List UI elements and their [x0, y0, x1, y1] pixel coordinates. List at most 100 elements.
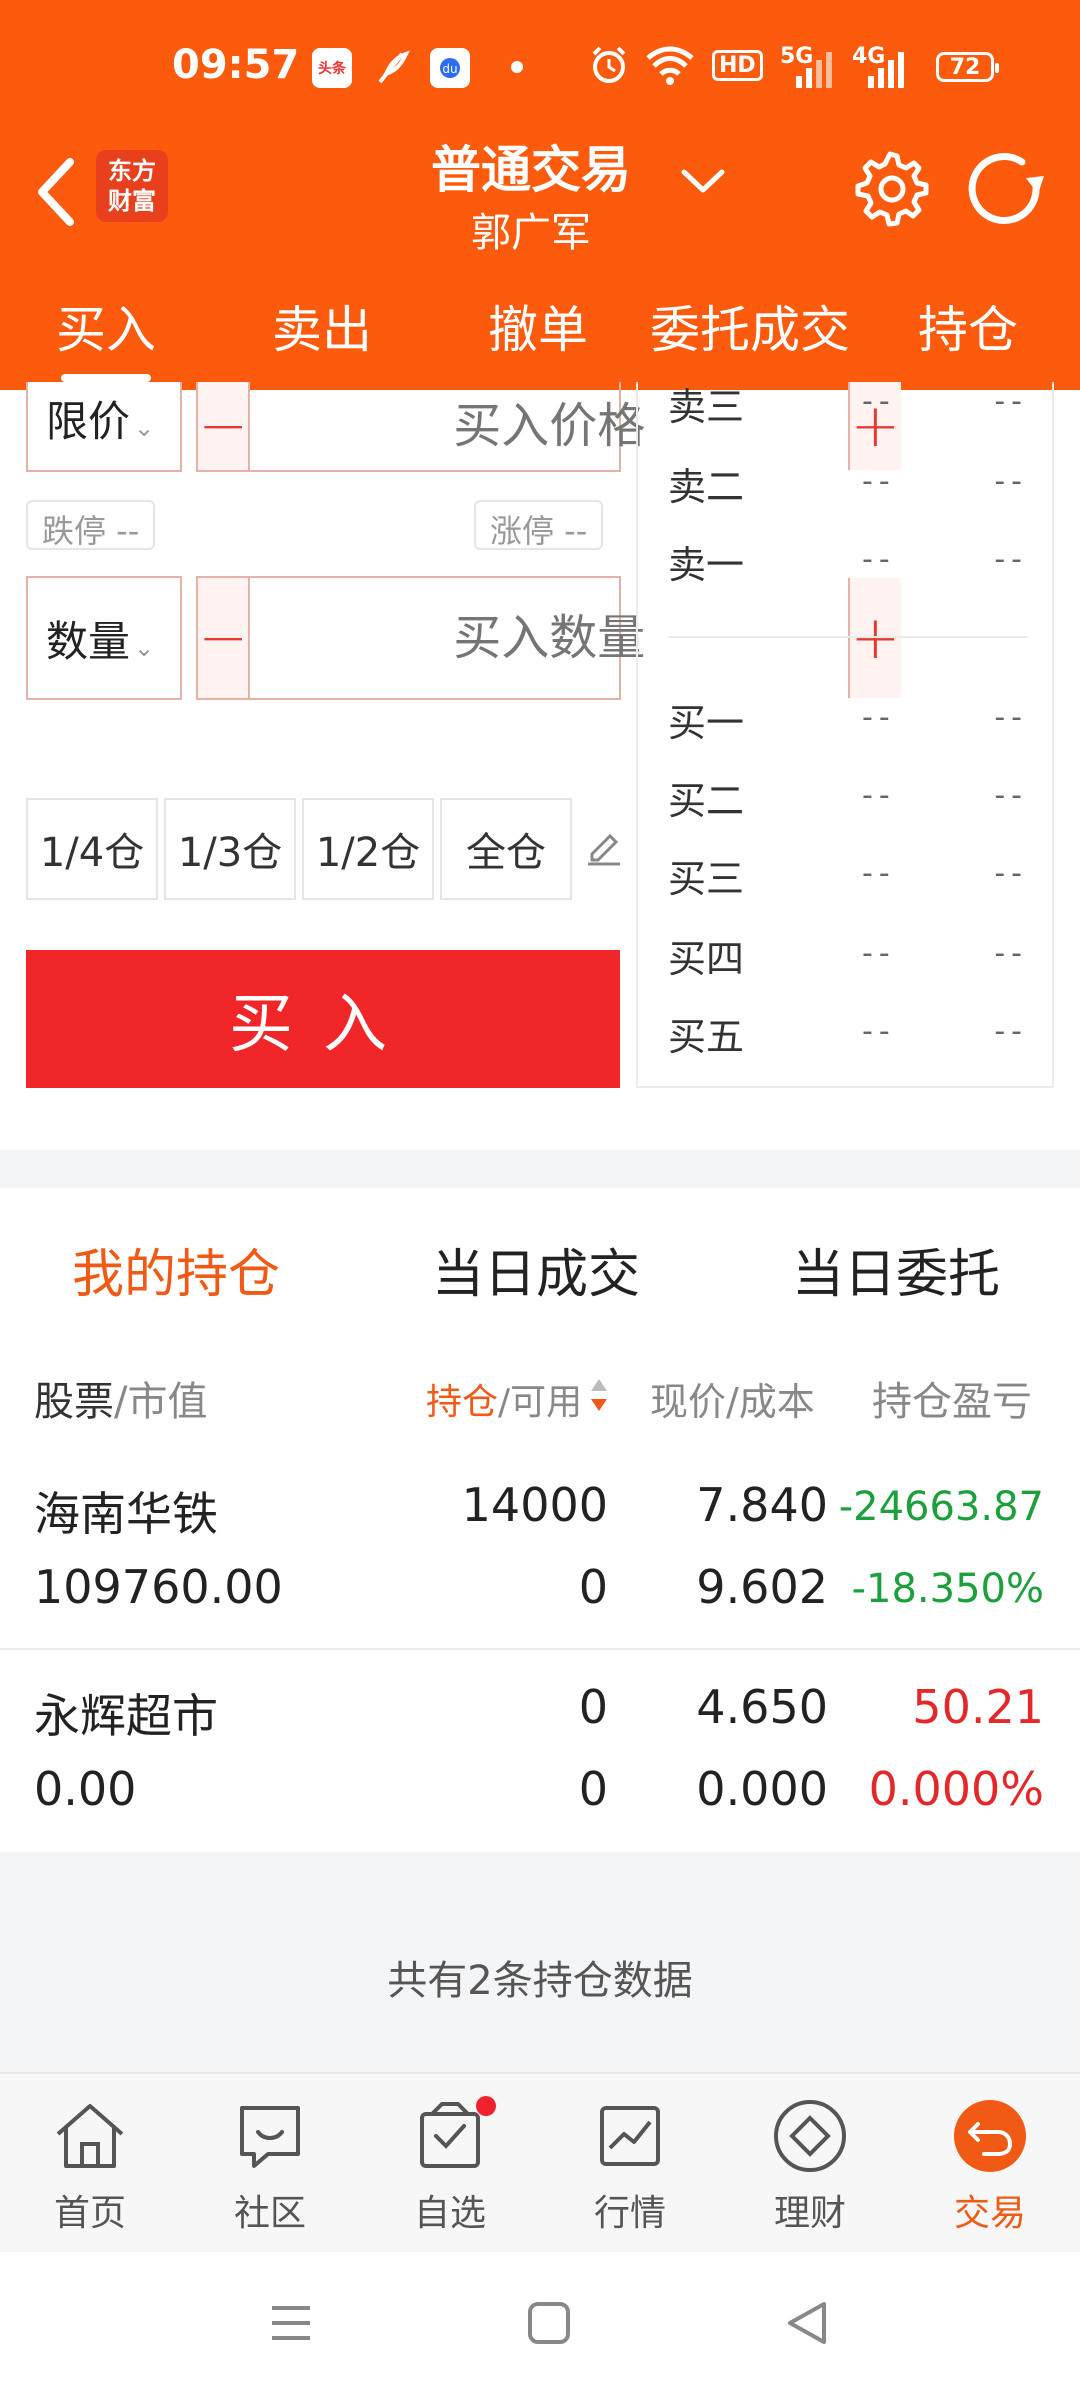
- nav-bar: 东方 财富 普通交易 郭广军: [0, 130, 1080, 290]
- col-market-value-label: /市值: [114, 1379, 208, 1425]
- signal-5g-icon: [796, 52, 832, 88]
- notification-dot: [476, 2096, 496, 2116]
- tab-today-orders[interactable]: 当日委托: [792, 1232, 1000, 1307]
- price-type-select[interactable]: 限价 ⌄: [26, 382, 182, 472]
- home-square-icon[interactable]: [526, 2300, 572, 2346]
- holdings-count-text: 共有2条持仓数据: [387, 1958, 693, 2004]
- quote-price: --: [862, 1014, 896, 1049]
- svg-text:du: du: [442, 62, 457, 76]
- position-half-button[interactable]: 1/2仓: [302, 798, 434, 900]
- back-triangle-icon[interactable]: [784, 2300, 830, 2346]
- table-row[interactable]: 海南华铁 109760.00 14000 0 7.840 9.602 -2466…: [0, 1448, 1080, 1648]
- tab-sell[interactable]: 卖出: [272, 290, 372, 380]
- chart-icon: [600, 2106, 660, 2166]
- quote-row-buy4: 买四 -- --: [668, 928, 1028, 981]
- quote-label: 买三: [668, 857, 745, 901]
- feather-app-icon: [378, 50, 410, 84]
- stock-name: 海南华铁: [34, 1487, 218, 1541]
- tab-orders[interactable]: 委托成交: [650, 290, 850, 380]
- tab-my-positions[interactable]: 我的持仓: [72, 1232, 280, 1307]
- nav-finance[interactable]: 理财: [740, 2094, 880, 2244]
- qty-minus-button[interactable]: −: [198, 578, 251, 698]
- nav-label: 交易: [953, 2193, 1026, 2234]
- col-position-label: 持仓: [426, 1382, 499, 1423]
- sort-icon[interactable]: [588, 1375, 610, 1415]
- qty-stepper: − +: [196, 576, 901, 700]
- col-available-label: /可用: [498, 1382, 583, 1423]
- quote-price: --: [862, 542, 896, 577]
- price-type-label: 限价: [46, 397, 131, 446]
- price-minus-button[interactable]: −: [198, 382, 251, 470]
- quote-row-buy2: 买二 -- --: [668, 770, 1028, 823]
- bottom-nav: 首页 社区 自选 行情 理财 交易: [0, 2072, 1080, 2252]
- tab-cancel[interactable]: 撤单: [488, 290, 588, 380]
- qty-type-select[interactable]: 数量 ⌄: [26, 576, 182, 700]
- quote-label: 买四: [668, 937, 745, 981]
- nav-label: 行情: [593, 2193, 666, 2234]
- app-header: 09:57 头条 du HD 5G 4G 72 东方 财富 普通交易 郭广军 买…: [0, 0, 1080, 390]
- dot-icon: [511, 61, 523, 73]
- buy-button[interactable]: 买入: [26, 950, 620, 1088]
- quote-row-sell3: 卖三 -- --: [668, 376, 1028, 429]
- cost-price: 0.000: [696, 1762, 828, 1816]
- home-icon: [56, 2104, 124, 2168]
- price-stepper: − +: [196, 382, 901, 472]
- quote-price: --: [862, 464, 896, 499]
- tab-positions[interactable]: 持仓: [918, 290, 1018, 380]
- wifi-icon: [646, 46, 694, 85]
- limit-up-tag: 涨停 --: [474, 500, 604, 550]
- nav-label: 自选: [413, 2193, 486, 2234]
- quote-row-sell2: 卖二 -- --: [668, 456, 1028, 509]
- position-full-button[interactable]: 全仓: [440, 798, 572, 900]
- quote-label: 买二: [668, 779, 745, 823]
- pnl-percent: 0.000%: [868, 1762, 1044, 1816]
- quote-volume: --: [994, 384, 1028, 419]
- order-book: 卖三 -- -- 卖二 -- -- 卖一 -- -- 买一 -- -- 买二 -- -- 买三 -- -…: [636, 382, 1054, 1088]
- trade-icon: [954, 2100, 1026, 2172]
- trade-tabs: 买入 卖出 撤单 委托成交 持仓: [0, 290, 1080, 390]
- chevron-down-icon: ⌄: [134, 634, 155, 662]
- stock-name: 永辉超市: [34, 1689, 218, 1743]
- quote-row-buy1: 买一 -- --: [668, 692, 1028, 745]
- table-row[interactable]: 永辉超市 0.00 0 0 4.650 0.000 50.21 0.000%: [0, 1650, 1080, 1850]
- quote-volume: --: [994, 700, 1028, 735]
- menu-icon[interactable]: [268, 2300, 314, 2346]
- position-quarter-button[interactable]: 1/4仓: [26, 798, 158, 900]
- nav-trade[interactable]: 交易: [920, 2094, 1060, 2244]
- available-qty: 0: [578, 1762, 608, 1816]
- quote-price: --: [862, 936, 896, 971]
- order-panel: 限价⌄ − + 跌停 -- 涨停 -- 数量⌄ − + 1/4仓 1/3仓 1/…: [0, 382, 1080, 1090]
- alarm-icon: [592, 46, 626, 83]
- col-position[interactable]: 持仓/可用: [426, 1373, 582, 1425]
- chevron-down-icon: ⌄: [134, 414, 155, 442]
- nav-watchlist[interactable]: 自选: [380, 2094, 520, 2244]
- chevron-down-icon[interactable]: [678, 166, 728, 196]
- quote-label: 买五: [668, 1015, 745, 1059]
- col-stock: 股票/市值: [34, 1369, 207, 1427]
- refresh-icon[interactable]: [964, 148, 1048, 228]
- tab-today-deals[interactable]: 当日成交: [432, 1232, 640, 1307]
- quote-label: 卖一: [668, 543, 745, 587]
- holdings-tabs: 我的持仓 当日成交 当日委托: [0, 1190, 1080, 1340]
- nav-market[interactable]: 行情: [560, 2094, 700, 2244]
- col-pnl: 持仓盈亏: [872, 1379, 1032, 1425]
- quote-volume: --: [994, 464, 1028, 499]
- quote-label: 买一: [668, 701, 745, 745]
- market-value: 0.00: [34, 1762, 137, 1816]
- quote-row-buy5: 买五 -- --: [668, 1006, 1028, 1059]
- status-bar: 09:57 头条 du HD 5G 4G 72: [0, 0, 1080, 130]
- available-qty: 0: [578, 1560, 608, 1614]
- position-third-button[interactable]: 1/3仓: [164, 798, 296, 900]
- current-price: 7.840: [696, 1478, 828, 1532]
- nav-community[interactable]: 社区: [200, 2094, 340, 2244]
- nav-home[interactable]: 首页: [20, 2094, 160, 2244]
- quote-row-buy3: 买三 -- --: [668, 848, 1028, 901]
- nav-label: 首页: [53, 2193, 126, 2234]
- market-value: 109760.00: [34, 1560, 283, 1614]
- tab-buy[interactable]: 买入: [56, 290, 156, 382]
- nav-label: 社区: [233, 2193, 306, 2234]
- gear-icon[interactable]: [850, 148, 930, 228]
- edit-icon[interactable]: [584, 826, 624, 866]
- toutiao-icon: 头条: [312, 48, 352, 88]
- signal-4g-icon: [868, 52, 904, 88]
